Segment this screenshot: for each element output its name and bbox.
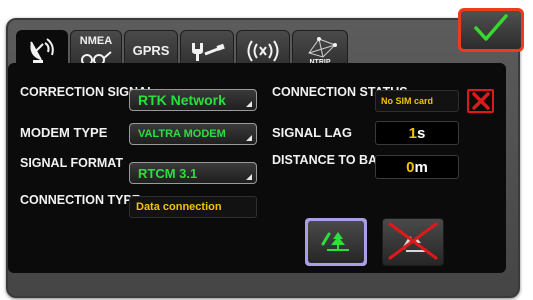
modem-type-value: VALTRA MODEM bbox=[138, 128, 226, 140]
distance-to-base-box: 0 m bbox=[375, 155, 459, 179]
dropdown-arrow-icon bbox=[246, 174, 252, 180]
correction-signal-dropdown[interactable]: RTK Network bbox=[129, 89, 257, 111]
connect-base-button[interactable] bbox=[305, 218, 367, 266]
wrench-screwdriver-icon bbox=[188, 39, 226, 63]
signal-format-label: SIGNAL FORMAT bbox=[20, 156, 124, 170]
connection-type-label: CONNECTION TYPE bbox=[20, 193, 141, 207]
signal-format-dropdown[interactable]: RTCM 3.1 bbox=[129, 162, 257, 184]
signal-lag-value: 1 bbox=[408, 124, 417, 142]
dropdown-arrow-icon bbox=[246, 135, 252, 141]
tab-nmea-label: NMEA bbox=[79, 35, 113, 47]
correction-signal-value: RTK Network bbox=[138, 92, 226, 108]
base-station-disabled-icon bbox=[384, 218, 442, 267]
confirm-button[interactable] bbox=[458, 8, 524, 52]
distance-to-base-unit: m bbox=[414, 158, 428, 176]
dropdown-arrow-icon bbox=[246, 101, 252, 107]
signal-format-value: RTCM 3.1 bbox=[138, 165, 198, 181]
base-station-icon bbox=[319, 226, 353, 259]
connection-error-icon bbox=[467, 89, 494, 113]
tab-gprs-label: GPRS bbox=[132, 43, 170, 58]
modem-type-label: MODEM TYPE bbox=[20, 125, 108, 140]
ntrip-satellite-icon bbox=[301, 35, 341, 59]
modem-type-dropdown[interactable]: VALTRA MODEM bbox=[129, 123, 257, 145]
distance-to-base-value: 0 bbox=[406, 158, 415, 176]
signal-lag-label: SIGNAL LAG bbox=[272, 125, 352, 140]
disconnect-base-button[interactable] bbox=[382, 218, 444, 266]
signal-lag-unit: s bbox=[417, 124, 426, 142]
signal-lag-box: 1 s bbox=[375, 121, 459, 145]
checkmark-icon bbox=[473, 13, 509, 48]
connection-status-value: No SIM card bbox=[375, 90, 459, 112]
connection-type-value: Data connection bbox=[129, 196, 257, 218]
radio-waves-icon bbox=[242, 38, 284, 64]
